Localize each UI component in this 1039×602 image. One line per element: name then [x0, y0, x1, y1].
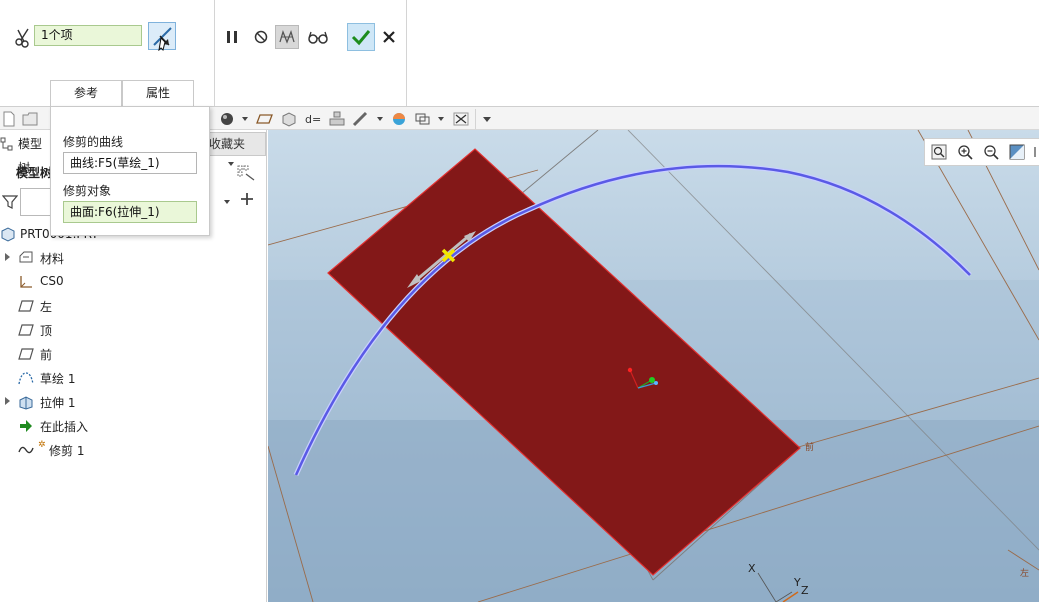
view-more-icon[interactable]: [1033, 144, 1039, 162]
datum-plane-icon: [18, 346, 34, 362]
measure-icon[interactable]: [352, 110, 370, 128]
references-panel: 修剪的曲线 曲线:F5(草绘_1) 修剪对象 曲面:F6(拉伸_1): [50, 106, 210, 236]
trim-icon: [18, 442, 34, 458]
tree-item-label: 草绘 1: [40, 372, 76, 386]
model-tree-label: 模型树: [16, 166, 53, 180]
tree-item-label: 在此插入: [40, 420, 89, 434]
part-icon: [1, 227, 15, 242]
tree-item-label: 左: [40, 300, 53, 314]
svg-text:d=: d=: [305, 113, 321, 126]
left-plane-tag: 左: [1020, 567, 1029, 579]
expand-arrow-icon[interactable]: [5, 397, 10, 405]
tree-icon: [0, 137, 13, 151]
trim-object-label: 修剪对象: [63, 184, 112, 198]
tree-item-label: 前: [40, 348, 53, 362]
cancel-button[interactable]: [377, 25, 401, 49]
csys-x-label: X: [748, 562, 756, 575]
open-file-icon[interactable]: [22, 110, 40, 128]
datum-plane-display-icon[interactable]: [256, 110, 274, 128]
tree-item-6[interactable]: 拉伸 1: [0, 392, 260, 412]
no-preview-button[interactable]: [249, 25, 273, 49]
view-manager-icon[interactable]: [414, 110, 432, 128]
glasses-icon: [308, 31, 328, 44]
add-icon[interactable]: [240, 192, 254, 206]
trim-object-collector[interactable]: 1个项: [34, 25, 142, 46]
zoom-out-icon[interactable]: [983, 144, 1001, 162]
close-icon: [383, 31, 395, 43]
tree-item-label: 拉伸 1: [40, 396, 76, 410]
no-preview-icon: [254, 30, 268, 44]
tree-item-label: 顶: [40, 324, 53, 338]
tree-item-4[interactable]: 前: [0, 344, 260, 364]
pause-button[interactable]: [220, 25, 244, 49]
extrude-icon: [18, 394, 34, 410]
flip-direction-icon: [153, 27, 172, 52]
sketch-icon: [18, 370, 34, 386]
tab-favorites[interactable]: 收藏夹: [206, 132, 266, 156]
tree-item-2[interactable]: 左: [0, 296, 260, 316]
tree-item-7[interactable]: 在此插入: [0, 416, 260, 436]
trim-dashboard: 1个项 参考 属性: [0, 0, 1039, 106]
new-file-icon[interactable]: [0, 110, 18, 128]
settings-dropdown-caret[interactable]: [228, 162, 234, 166]
search-dropdown-caret[interactable]: [224, 200, 230, 204]
datum-plane-icon: [18, 298, 34, 314]
trim-object-collector[interactable]: 曲面:F6(拉伸_1): [63, 201, 197, 223]
trim-curve-label: 修剪的曲线: [63, 135, 124, 149]
tree-item-label: CS0: [40, 274, 64, 288]
zoom-in-icon[interactable]: [957, 144, 975, 162]
front-plane-tag: 前: [805, 441, 814, 453]
view-toolbar: [924, 138, 1039, 166]
refit-view-icon[interactable]: [931, 144, 949, 162]
flip-direction-button[interactable]: [148, 22, 176, 52]
verify-preview-button[interactable]: [306, 25, 330, 49]
datum-plane-icon: [18, 322, 34, 338]
preview-icon: [279, 30, 295, 44]
scissors-icon: [14, 26, 34, 48]
tree-columns-icon[interactable]: [236, 164, 256, 182]
tree-item-label: 修剪 1: [49, 444, 85, 458]
tree-item-1[interactable]: CS0: [0, 272, 260, 292]
ok-button[interactable]: [347, 23, 375, 51]
model-display-icon[interactable]: [328, 110, 346, 128]
tree-item-5[interactable]: 草绘 1: [0, 368, 260, 388]
insert-here-icon: [18, 418, 34, 434]
csys-y-label: Y: [793, 576, 801, 589]
materials-icon: [18, 250, 34, 266]
graphics-window[interactable]: 前 左 X Y Z: [268, 130, 1039, 602]
model-viewport[interactable]: 前 左 X Y Z: [268, 130, 1039, 602]
tree-item-3[interactable]: 顶: [0, 320, 260, 340]
tab-references[interactable]: 参考: [50, 80, 122, 106]
checkmark-icon: [351, 30, 371, 46]
filter-icon[interactable]: [1, 194, 19, 210]
appearance-sphere-icon[interactable]: [218, 110, 236, 128]
annotation-display-icon[interactable]: [452, 110, 470, 128]
tab-model-tree[interactable]: 模型树: [0, 132, 52, 175]
tab-properties[interactable]: 属性: [122, 80, 194, 106]
dimension-icon[interactable]: d=: [304, 110, 322, 128]
csys-z-label: Z: [801, 584, 809, 597]
csys-icon: [18, 274, 34, 290]
tree-item-8[interactable]: ✲ 修剪 1: [0, 440, 260, 460]
trim-curve-collector[interactable]: 曲线:F5(草绘_1): [63, 152, 197, 174]
repaint-icon[interactable]: [1009, 144, 1027, 162]
expand-arrow-icon[interactable]: [5, 253, 10, 261]
pause-icon: [227, 31, 237, 43]
appearance-gallery-icon[interactable]: [390, 110, 408, 128]
attached-preview-button[interactable]: [275, 25, 299, 49]
new-feature-asterisk-icon: ✲: [38, 440, 46, 450]
shading-icon[interactable]: [280, 110, 298, 128]
tree-item-label: 材料: [40, 252, 65, 266]
tree-item-0[interactable]: 材料: [0, 248, 260, 268]
